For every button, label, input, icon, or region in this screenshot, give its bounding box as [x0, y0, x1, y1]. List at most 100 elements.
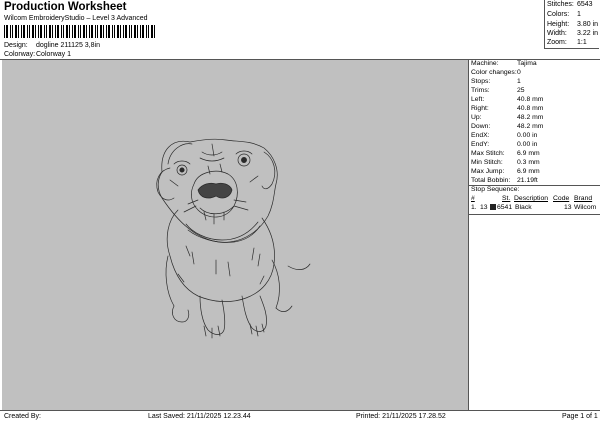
min-stitch-value: 0.3 mm: [517, 159, 540, 166]
barcode-bar: [134, 25, 136, 38]
page-number: Page 1 of 1: [562, 413, 598, 420]
zoom-value: 1:1: [577, 39, 587, 46]
dog-embroidery-drawing: [156, 138, 311, 339]
row-brand: Wilcom: [574, 204, 597, 211]
endy-label: EndY:: [471, 141, 490, 148]
last-saved: Last Saved: 21/11/2025 12.23.44: [148, 413, 251, 420]
machine-value: Tajima: [517, 60, 537, 67]
barcode-bar: [55, 25, 56, 38]
footer: Created By: Last Saved: 21/11/2025 12.23…: [0, 410, 600, 425]
barcode: [4, 25, 155, 38]
up-label: Up:: [471, 114, 482, 121]
barcode-bar: [66, 25, 68, 38]
summary-box: Stitches: 6543 Colors: 1 Height: 3.80 in…: [544, 0, 599, 49]
barcode-bar: [120, 25, 121, 38]
barcode-bar: [151, 25, 153, 38]
barcode-bar: [18, 25, 19, 38]
barcode-bar: [21, 25, 22, 38]
barcode-bar: [35, 25, 36, 38]
barcode-bar: [74, 25, 76, 38]
max-jump-label: Max Jump:: [471, 168, 505, 175]
barcode-bar: [78, 25, 79, 38]
barcode-bar: [140, 25, 141, 38]
barcode-bar: [4, 25, 5, 38]
barcode-bar: [108, 25, 110, 38]
max-jump-value: 6.9 mm: [517, 168, 540, 175]
barcode-bar: [89, 25, 90, 38]
row-stop: 13: [480, 204, 488, 211]
left-value: 40.8 mm: [517, 96, 544, 103]
barcode-bar: [154, 25, 155, 38]
worksheet-title: Production Worksheet: [4, 1, 127, 13]
endx-label: EndX:: [471, 132, 490, 139]
barcode-bar: [49, 25, 51, 38]
trims-value: 25: [517, 87, 525, 94]
right-value: 40.8 mm: [517, 105, 544, 112]
endx-value: 0.00 in: [517, 132, 538, 139]
barcode-bar: [69, 25, 70, 38]
barcode-bar: [12, 25, 13, 38]
color-changes-value: 0: [517, 69, 521, 76]
barcode-bar: [137, 25, 138, 38]
height-value: 3.80 in: [577, 21, 599, 28]
barcode-bar: [29, 25, 30, 38]
machine-label: Machine:: [471, 60, 499, 67]
col-header-description: Description: [514, 195, 548, 202]
stitches-value: 6543: [577, 1, 593, 8]
barcode-bar: [114, 25, 115, 38]
barcode-bar: [142, 25, 144, 38]
barcode-bar: [23, 25, 25, 38]
barcode-bar: [100, 25, 102, 38]
left-label: Left:: [471, 96, 485, 103]
thread-color-swatch: [490, 204, 496, 210]
row-description: Black: [515, 204, 532, 211]
barcode-bar: [27, 25, 28, 38]
barcode-bar: [6, 25, 8, 38]
height-label: Height:: [547, 21, 570, 28]
barcode-bar: [117, 25, 119, 38]
total-bobbin-value: 21.19ft: [517, 177, 538, 184]
color-changes-label: Color changes:: [471, 69, 517, 76]
design-canvas: [2, 60, 469, 410]
barcode-bar: [15, 25, 17, 38]
barcode-bar: [52, 25, 53, 38]
barcode-bar: [129, 25, 130, 38]
min-stitch-label: Min Stitch:: [471, 159, 503, 166]
barcode-bar: [148, 25, 149, 38]
stops-value: 1: [517, 78, 521, 85]
barcode-bar: [40, 25, 42, 38]
width-label: Width:: [547, 30, 567, 37]
stop-sequence-title: Stop Sequence:: [471, 186, 520, 193]
trims-label: Trims:: [471, 87, 490, 94]
barcode-bar: [61, 25, 62, 38]
endy-value: 0.00 in: [517, 141, 538, 148]
barcode-bar: [95, 25, 96, 38]
barcode-bar: [125, 25, 127, 38]
col-header-stitches: St.: [502, 195, 511, 202]
row-code: 13: [564, 204, 572, 211]
col-header-brand: Brand: [574, 195, 593, 202]
up-value: 48.2 mm: [517, 114, 544, 121]
colorway-label: Colorway:: [4, 51, 36, 58]
barcode-bar: [97, 25, 98, 38]
stops-label: Stops:: [471, 78, 491, 85]
barcode-bar: [91, 25, 93, 38]
col-header-code: Code: [553, 195, 570, 202]
created-by: Created By:: [4, 413, 41, 420]
row-index: 1.: [471, 204, 477, 211]
down-label: Down:: [471, 123, 491, 130]
max-stitch-label: Max Stitch:: [471, 150, 505, 157]
zoom-label: Zoom:: [547, 39, 567, 46]
barcode-bar: [72, 25, 73, 38]
barcode-bar: [80, 25, 81, 38]
software-subtitle: Wilcom EmbroideryStudio – Level 3 Advanc…: [4, 15, 148, 22]
printed-date: Printed: 21/11/2025 17.28.52: [356, 413, 446, 420]
down-value: 48.2 mm: [517, 123, 544, 130]
colors-value: 1: [577, 11, 581, 18]
design-label: Design:: [4, 42, 28, 49]
barcode-bar: [86, 25, 87, 38]
barcode-bar: [44, 25, 45, 38]
total-bobbin-label: Total Bobbin:: [471, 177, 511, 184]
barcode-bar: [32, 25, 34, 38]
row-stitches: 6541: [497, 204, 513, 211]
